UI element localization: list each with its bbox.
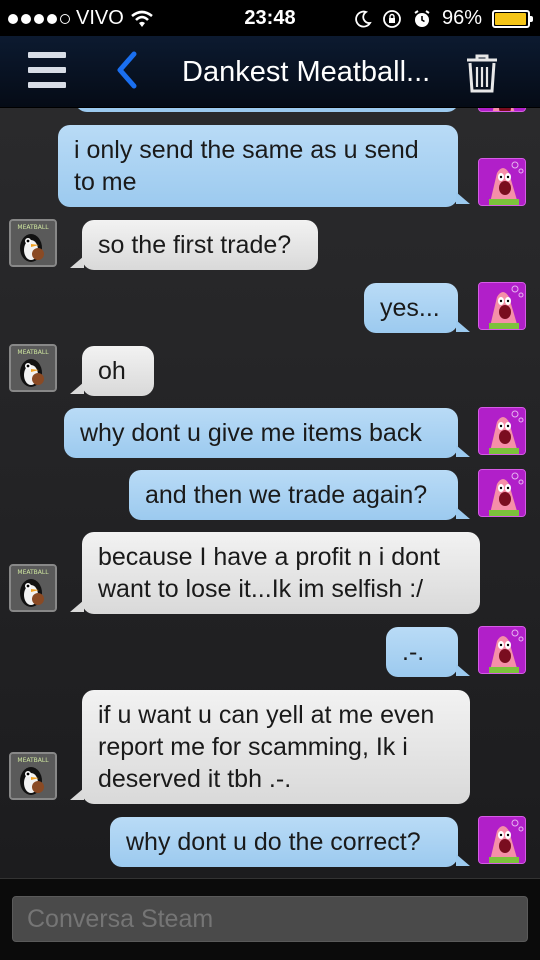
- message-text: so the first trade?: [98, 231, 292, 259]
- penguin-avatar-icon: MEATBALL: [9, 752, 57, 800]
- message-bubble-partial: [75, 108, 459, 112]
- message-text: oh: [98, 357, 126, 385]
- svg-text:MEATBALL: MEATBALL: [17, 224, 49, 231]
- message-input-bar: [0, 878, 540, 960]
- message-text: if u want u can yell at me even: [98, 701, 435, 729]
- battery-percent: 96%: [441, 7, 482, 29]
- penguin-avatar-icon: MEATBALL: [9, 564, 57, 612]
- svg-text:MEATBALL: MEATBALL: [17, 569, 49, 576]
- rotation-lock-icon: [383, 9, 401, 28]
- message-text: i only send the same as u send: [74, 136, 419, 164]
- patrick-avatar-icon: [478, 158, 526, 206]
- svg-text:MEATBALL: MEATBALL: [17, 757, 49, 764]
- patrick-avatar-icon: [478, 469, 526, 517]
- message-text: why dont u do the correct?: [126, 828, 421, 856]
- nav-bar: Dankest Meatball...: [0, 36, 540, 108]
- message-text: why dont u give me items back: [80, 419, 422, 447]
- message-list[interactable]: i only send the same as u send to me MEA…: [0, 108, 540, 878]
- message-bubble-sent: and then we trade again?: [129, 470, 458, 520]
- penguin-avatar-icon: MEATBALL: [9, 219, 57, 267]
- message-text: yes...: [380, 294, 440, 322]
- penguin-avatar-icon: MEATBALL: [9, 344, 57, 392]
- hamburger-menu-icon[interactable]: [28, 52, 66, 88]
- patrick-avatar-icon: [478, 626, 526, 674]
- message-text: to me: [74, 168, 137, 196]
- patrick-avatar-icon: [478, 407, 526, 455]
- message-bubble-sent: why dont u do the correct?: [110, 817, 458, 867]
- message-text: want to lose it...Ik im selfish :/: [98, 575, 424, 603]
- message-bubble-received: if u want u can yell at me even report m…: [82, 690, 470, 804]
- message-text: .-.: [402, 638, 425, 666]
- patrick-avatar-icon: [478, 108, 526, 112]
- message-text: and then we trade again?: [145, 481, 428, 509]
- message-bubble-received: because I have a profit n i dont want to…: [82, 532, 480, 614]
- message-bubble-received: oh: [82, 346, 154, 396]
- battery-fill: [495, 12, 526, 25]
- message-bubble-sent: why dont u give me items back: [64, 408, 458, 458]
- message-text: because I have a profit n i dont: [98, 543, 440, 571]
- moon-icon: [355, 10, 372, 27]
- message-bubble-received: so the first trade?: [82, 220, 318, 270]
- chat-title: Dankest Meatball...: [182, 56, 431, 88]
- message-bubble-sent: yes...: [364, 283, 458, 333]
- chevron-left-icon[interactable]: [112, 50, 142, 90]
- message-text: report me for scamming, Ik i: [98, 733, 408, 761]
- message-bubble-sent: i only send the same as u send to me: [58, 125, 458, 207]
- patrick-avatar-icon: [478, 816, 526, 864]
- trash-icon[interactable]: [464, 52, 500, 94]
- battery-icon: [492, 9, 533, 28]
- alarm-icon: [414, 9, 430, 27]
- status-bar: VIVO 23:48 96%: [0, 0, 540, 36]
- message-bubble-sent: .-.: [386, 627, 458, 677]
- message-input[interactable]: [12, 896, 528, 942]
- patrick-avatar-icon: [478, 282, 526, 330]
- svg-text:MEATBALL: MEATBALL: [17, 349, 49, 356]
- status-right: 96%: [354, 7, 533, 30]
- message-text: deserved it tbh .-.: [98, 765, 292, 793]
